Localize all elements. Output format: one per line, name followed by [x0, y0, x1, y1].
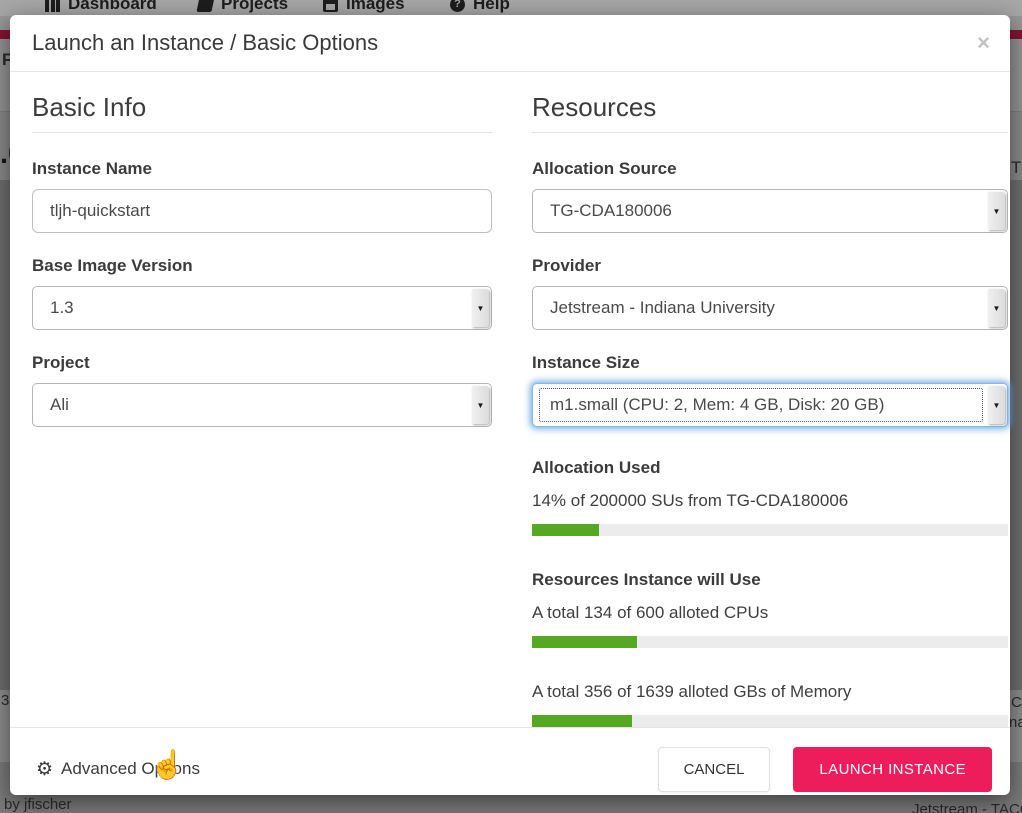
chevron-down-icon: ▼ [988, 192, 1005, 230]
progress-fill [532, 524, 599, 536]
resources-heading: Resources [532, 92, 1008, 133]
memory-usage-progress [532, 715, 1008, 727]
instance-size-label: Instance Size [532, 353, 1008, 373]
top-nav-bar: Dashboard Projects Images ? Help [0, 0, 1022, 16]
nav-label: Images [346, 0, 405, 14]
modal-footer: ⚙ Advanced Options CANCEL LAUNCH INSTANC… [10, 727, 1010, 810]
instance-name-field-group: Instance Name [32, 159, 492, 233]
bg-text-fragment: na [1009, 714, 1022, 731]
instance-usage-heading: Resources Instance will Use [532, 570, 1008, 590]
provider-select[interactable]: Jetstream - Indiana University ▼ [532, 286, 1008, 330]
bg-text-fragment: C [1011, 694, 1022, 711]
basic-info-heading: Basic Info [32, 92, 492, 133]
provider-label: Provider [532, 256, 1008, 276]
instance-size-select[interactable]: m1.small (CPU: 2, Mem: 4 GB, Disk: 20 GB… [532, 383, 1008, 427]
nav-item-dashboard[interactable]: Dashboard [45, 0, 157, 14]
cancel-button[interactable]: CANCEL [658, 747, 771, 792]
selected-value: m1.small (CPU: 2, Mem: 4 GB, Disk: 20 GB… [550, 384, 884, 426]
allocation-source-field-group: Allocation Source TG-CDA180006 ▼ [532, 159, 1008, 233]
bg-text-fragment: TG [1011, 158, 1022, 178]
selected-value: Jetstream - Indiana University [550, 287, 775, 329]
base-image-version-field-group: Base Image Version 1.3 ▼ [32, 256, 492, 330]
selected-value: TG-CDA180006 [550, 190, 672, 232]
cpu-usage-text: A total 134 of 600 alloted CPUs [532, 603, 1008, 623]
progress-fill [532, 715, 632, 727]
nav-label: Projects [221, 0, 288, 14]
nav-item-help[interactable]: ? Help [450, 0, 510, 14]
allocation-used-heading: Allocation Used [532, 458, 1008, 478]
nav-item-images[interactable]: Images [323, 0, 405, 14]
nav-label: Dashboard [68, 0, 157, 14]
help-circle-icon: ? [450, 0, 465, 12]
chevron-down-icon: ▼ [988, 386, 1005, 424]
resources-column: Resources Allocation Source TG-CDA180006… [532, 92, 1008, 727]
instance-name-input[interactable] [32, 189, 492, 233]
nav-label: Help [473, 0, 510, 14]
nav-item-projects[interactable]: Projects [198, 0, 288, 14]
cpu-usage-progress [532, 636, 1008, 648]
modal-body: Basic Info Instance Name Base Image Vers… [10, 72, 1010, 727]
selected-value: 1.3 [50, 287, 74, 329]
modal-title: Launch an Instance / Basic Options [32, 30, 378, 56]
save-icon [323, 0, 338, 12]
allocation-used-text: 14% of 200000 SUs from TG-CDA180006 [532, 491, 1008, 511]
bar-chart-icon [45, 0, 60, 12]
folder-icon [196, 0, 214, 12]
advanced-options-label: Advanced Options [61, 759, 200, 779]
chevron-down-icon: ▼ [472, 386, 489, 424]
footer-buttons: CANCEL LAUNCH INSTANCE [658, 747, 992, 792]
advanced-options-link[interactable]: ⚙ Advanced Options [36, 758, 200, 781]
allocation-used-progress [532, 524, 1008, 536]
instance-name-label: Instance Name [32, 159, 492, 179]
modal-header: Launch an Instance / Basic Options × [10, 15, 1010, 72]
provider-field-group: Provider Jetstream - Indiana University … [532, 256, 1008, 330]
progress-fill [532, 636, 637, 648]
project-select[interactable]: Ali ▼ [32, 383, 492, 427]
base-image-version-label: Base Image Version [32, 256, 492, 276]
launch-instance-button[interactable]: LAUNCH INSTANCE [793, 747, 992, 792]
instance-size-field-group: Instance Size m1.small (CPU: 2, Mem: 4 G… [532, 353, 1008, 427]
launch-instance-modal: Launch an Instance / Basic Options × Bas… [10, 15, 1010, 795]
memory-usage-text: A total 356 of 1639 alloted GBs of Memor… [532, 682, 1008, 702]
project-field-group: Project Ali ▼ [32, 353, 492, 427]
gear-icon: ⚙ [36, 758, 53, 781]
chevron-down-icon: ▼ [472, 289, 489, 327]
allocation-source-select[interactable]: TG-CDA180006 ▼ [532, 189, 1008, 233]
chevron-down-icon: ▼ [988, 289, 1005, 327]
allocation-source-label: Allocation Source [532, 159, 1008, 179]
basic-info-column: Basic Info Instance Name Base Image Vers… [32, 92, 492, 727]
selected-value: Ali [50, 384, 69, 426]
project-label: Project [32, 353, 492, 373]
close-icon[interactable]: × [977, 32, 990, 54]
base-image-version-select[interactable]: 1.3 ▼ [32, 286, 492, 330]
